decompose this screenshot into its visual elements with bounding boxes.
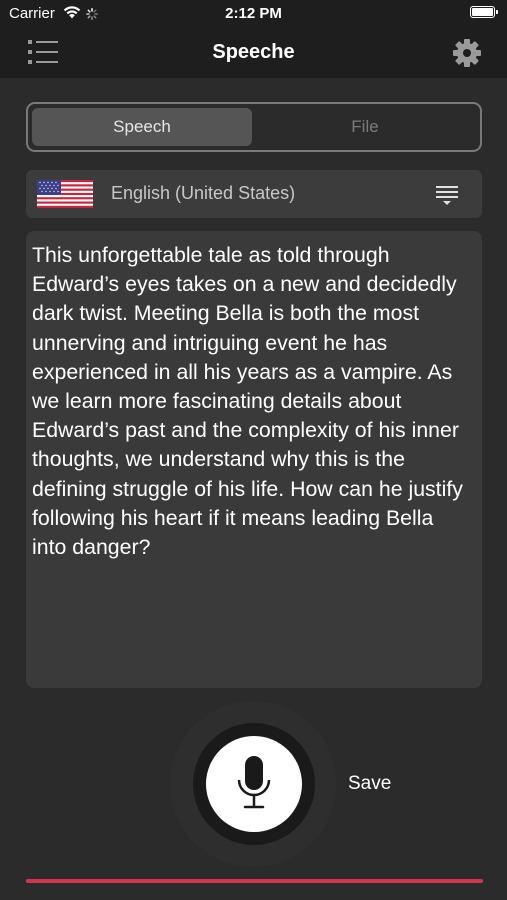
status-bar: Carrier 2:12 PM [0, 0, 507, 28]
page-title: Speeche [212, 41, 295, 63]
us-flag-icon [37, 180, 93, 213]
battery-icon [470, 6, 498, 18]
tab-speech[interactable]: Speech [32, 108, 252, 146]
gear-icon[interactable] [452, 38, 482, 73]
language-name: English (United States) [111, 183, 296, 203]
tab-file[interactable]: File [254, 108, 476, 146]
mode-segmented-control: Speech File [26, 102, 482, 152]
microphone-icon [236, 754, 272, 817]
record-button[interactable] [206, 736, 302, 832]
lines-dropdown-icon [436, 186, 460, 211]
accent-divider [26, 879, 483, 883]
status-time: 2:12 PM [225, 5, 282, 22]
language-selector[interactable]: English (United States) [26, 170, 482, 218]
save-button[interactable]: Save [348, 773, 391, 795]
transcript-text-area[interactable]: This unforgettable tale as told through … [26, 231, 482, 688]
list-menu-icon[interactable] [28, 39, 60, 70]
nav-bar: Speeche [0, 28, 507, 78]
